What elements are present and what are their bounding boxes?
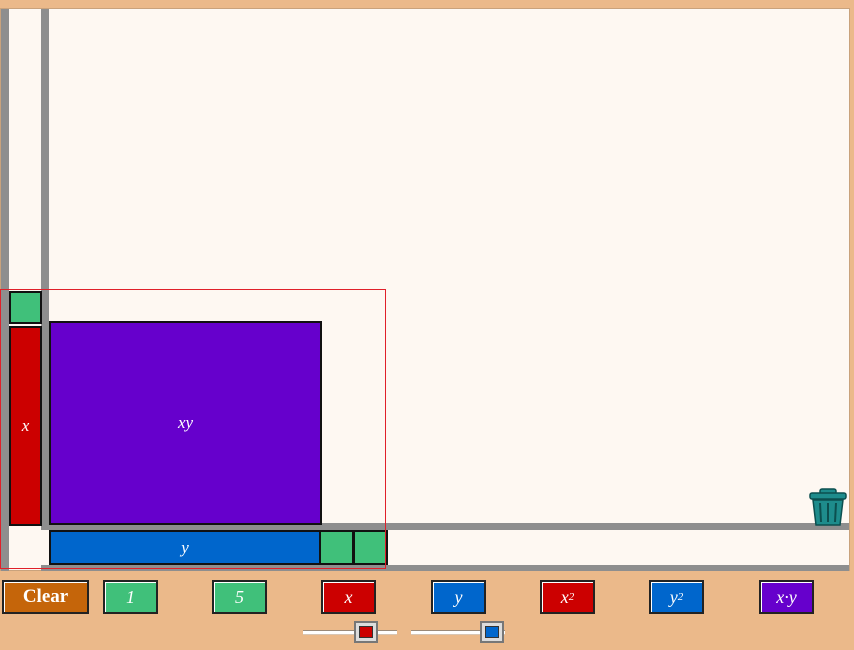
y-tile-button[interactable]: y xyxy=(431,580,486,614)
y-squared-tile-button[interactable]: y2 xyxy=(649,580,704,614)
x-slider-swatch xyxy=(359,626,373,638)
x-tile-button[interactable]: x xyxy=(321,580,376,614)
selection-outline xyxy=(0,289,386,569)
x-squared-tile-button[interactable]: x2 xyxy=(540,580,595,614)
clear-button[interactable]: Clear xyxy=(2,580,89,614)
y-squared-base: y xyxy=(669,586,678,607)
x-squared-base: x xyxy=(560,586,569,607)
five-tile-button[interactable]: 5 xyxy=(212,580,267,614)
y-squared-exponent: 2 xyxy=(677,591,684,603)
x-length-slider-track[interactable] xyxy=(303,630,397,635)
x-length-slider-thumb[interactable] xyxy=(354,621,378,643)
x-squared-exponent: 2 xyxy=(568,591,575,603)
y-length-slider-thumb[interactable] xyxy=(480,621,504,643)
one-tile-button[interactable]: 1 xyxy=(103,580,158,614)
y-slider-swatch xyxy=(485,626,499,638)
trash-can-icon[interactable] xyxy=(807,487,849,527)
xy-tile-button[interactable]: x·y xyxy=(759,580,814,614)
